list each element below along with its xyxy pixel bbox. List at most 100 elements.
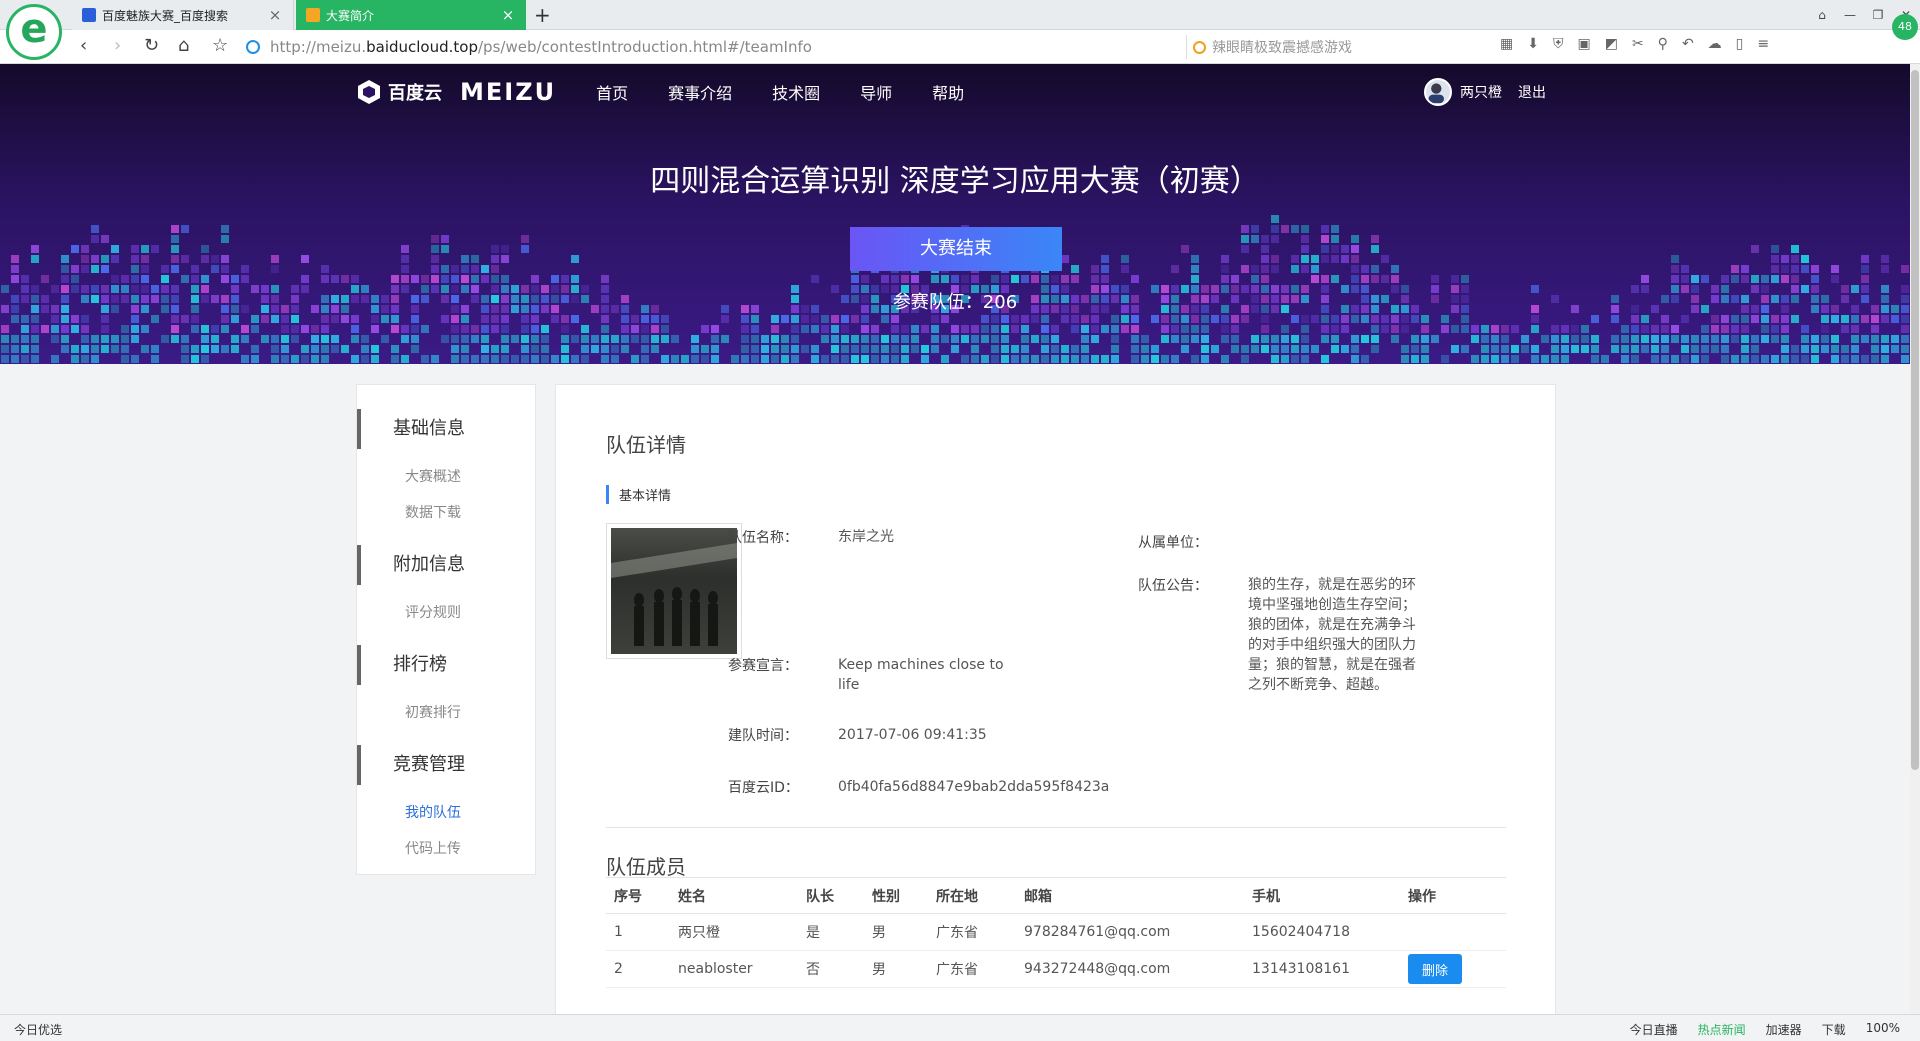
search-box[interactable]: 辣眼睛极致震撼感游戏 <box>1186 35 1486 59</box>
sidebar-item-overview[interactable]: 大赛概述 <box>357 459 535 495</box>
translate-icon[interactable]: ◩ <box>1605 36 1618 52</box>
download-link[interactable]: 下载 <box>1822 1021 1846 1038</box>
pixel-cell <box>1661 325 1669 333</box>
pixel-cell <box>1901 265 1909 273</box>
screenshot-icon[interactable]: ✂ <box>1632 36 1644 52</box>
pixel-cell <box>1051 275 1059 283</box>
pixel-cell <box>1671 265 1679 273</box>
pixel-cell <box>301 325 309 333</box>
pixel-cell <box>991 355 999 363</box>
back-icon[interactable]: ‹ <box>80 35 87 56</box>
brand-logo[interactable]: 百度云 MEIZU <box>356 78 556 106</box>
user-name[interactable]: 两只橙 <box>1460 82 1502 102</box>
new-tab-button[interactable]: + <box>534 3 551 27</box>
menu-tech[interactable]: 技术圈 <box>772 80 820 104</box>
pixel-cell <box>331 335 339 343</box>
pixel-cell <box>841 345 849 353</box>
pixel-cell <box>1091 325 1099 333</box>
pixel-cell <box>491 325 499 333</box>
pixel-cell <box>1611 315 1619 323</box>
forward-icon[interactable]: › <box>114 35 121 56</box>
pixel-cell <box>1861 335 1869 343</box>
cell: neabloster <box>670 950 798 988</box>
pixel-cell <box>1381 325 1389 333</box>
delete-member-button[interactable]: 删除 <box>1408 954 1462 984</box>
home-icon[interactable]: ⌂ <box>178 35 189 56</box>
live-link[interactable]: 今日直播 <box>1630 1021 1678 1038</box>
pixel-cell <box>751 325 759 333</box>
pixel-cell <box>781 355 789 363</box>
menu-icon[interactable]: ≡ <box>1757 36 1769 52</box>
pixel-cell <box>1 335 9 343</box>
avatar[interactable] <box>1424 78 1452 106</box>
pixel-cell <box>481 315 489 323</box>
tab-search[interactable]: 百度魅族大赛_百度搜索 × <box>72 0 294 30</box>
hot-news-link[interactable]: 热点新闻 <box>1698 1021 1746 1038</box>
address-bar[interactable]: http://meizu. baiducloud.top/ps/web/conte… <box>246 35 1146 59</box>
close-icon[interactable]: × <box>267 6 283 24</box>
pixel-cell <box>691 355 699 363</box>
today-picks[interactable]: 今日优选 <box>14 1021 62 1038</box>
adblock-icon[interactable]: ▣ <box>1577 36 1590 52</box>
pixel-cell <box>521 315 529 323</box>
mobile-icon[interactable]: ▯ <box>1736 36 1744 52</box>
cloud-icon[interactable]: ☁ <box>1708 36 1722 52</box>
apps-icon[interactable]: ▦ <box>1500 36 1513 52</box>
notification-badge[interactable]: 48 <box>1892 14 1918 40</box>
pixel-cell <box>691 335 699 343</box>
scrollbar[interactable] <box>1910 64 1920 1014</box>
minimize-icon[interactable]: — <box>1836 0 1864 30</box>
sidebar-item-data-download[interactable]: 数据下载 <box>357 495 535 531</box>
restore-icon[interactable]: ❐ <box>1864 0 1892 30</box>
pixel-cell <box>1901 355 1909 363</box>
pixel-cell <box>491 355 499 363</box>
tab-contest[interactable]: 大赛简介 × <box>296 0 526 30</box>
pixel-cell <box>971 355 979 363</box>
pixel-cell <box>841 335 849 343</box>
sidebar-item-my-team[interactable]: 我的队伍 <box>357 795 535 831</box>
pixel-cell <box>1831 265 1839 273</box>
pixel-cell <box>291 315 299 323</box>
pixel-cell <box>1801 265 1809 273</box>
zoom-level[interactable]: 100% <box>1866 1021 1900 1038</box>
download-tool-icon[interactable]: ⬇ <box>1527 36 1539 52</box>
contest-ended-button[interactable]: 大赛结束 <box>850 227 1062 271</box>
pixel-cell <box>1831 335 1839 343</box>
pixel-cell <box>411 335 419 343</box>
magnifier-icon[interactable]: ⚲ <box>1658 36 1668 52</box>
pixel-cell <box>1601 355 1609 363</box>
star-icon[interactable]: ☆ <box>212 35 228 56</box>
pixel-cell <box>81 265 89 273</box>
pixel-cell <box>101 265 109 273</box>
pixel-cell <box>1891 315 1899 323</box>
menu-help[interactable]: 帮助 <box>932 80 964 104</box>
sidebar-item-scoring[interactable]: 评分规则 <box>357 595 535 631</box>
pixel-cell <box>1001 355 1009 363</box>
pixel-cell <box>551 275 559 283</box>
pixel-cell <box>71 355 79 363</box>
pixel-cell <box>1821 345 1829 353</box>
shield-icon[interactable]: ⛨ <box>1553 36 1564 52</box>
pixel-cell <box>151 355 159 363</box>
menu-intro[interactable]: 赛事介绍 <box>668 80 732 104</box>
logout-link[interactable]: 退出 <box>1518 82 1546 102</box>
menu-home[interactable]: 首页 <box>596 80 628 104</box>
cell: 是 <box>798 913 864 951</box>
pixel-cell <box>1441 355 1449 363</box>
undo-icon[interactable]: ↶ <box>1682 36 1694 52</box>
sidebar-item-prelim-ranking[interactable]: 初赛排行 <box>357 695 535 731</box>
scroll-thumb[interactable] <box>1911 70 1919 770</box>
sidebar-item-code-upload[interactable]: 代码上传 <box>357 831 535 867</box>
menu-mentor[interactable]: 导师 <box>860 80 892 104</box>
close-icon[interactable]: × <box>500 6 516 24</box>
pixel-cell <box>1361 275 1369 283</box>
pixel-cell <box>1071 315 1079 323</box>
pixel-cell <box>481 275 489 283</box>
accelerator-link[interactable]: 加速器 <box>1766 1021 1802 1038</box>
browser-logo-icon[interactable]: e <box>6 4 62 60</box>
reload-icon[interactable]: ↻ <box>144 35 159 56</box>
skin-icon[interactable]: ⌂ <box>1808 0 1836 30</box>
pixel-cell <box>241 275 249 283</box>
pixel-cell <box>1371 315 1379 323</box>
pixel-cell <box>91 345 99 353</box>
